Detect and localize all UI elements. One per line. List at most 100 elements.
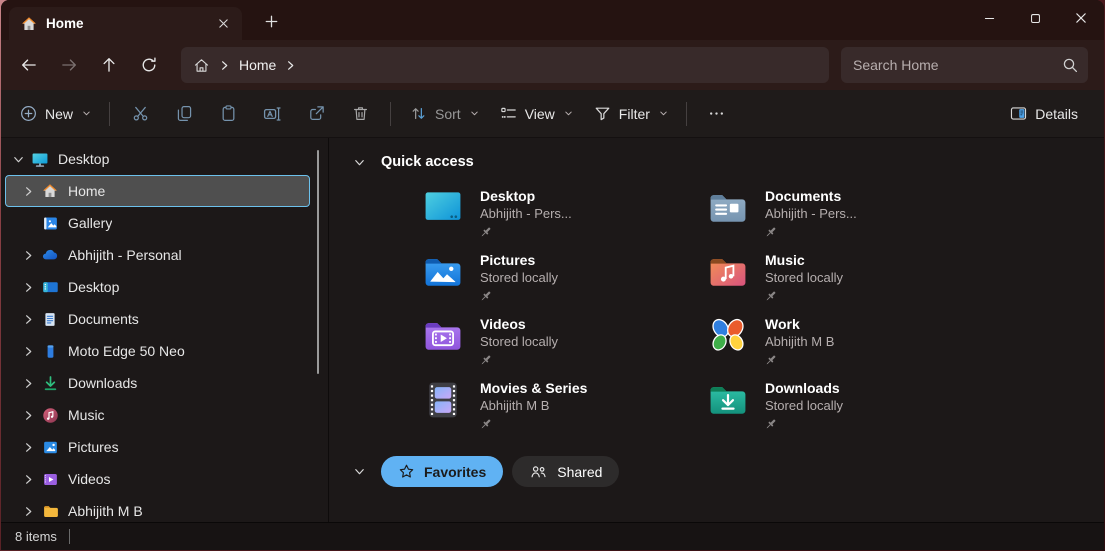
sidebar-item[interactable]: Gallery xyxy=(5,207,310,239)
new-button[interactable]: New xyxy=(9,96,101,132)
Music-button[interactable]: Music Stored locally xyxy=(706,250,1036,314)
chevron-icon[interactable] xyxy=(16,377,40,390)
paste-icon[interactable] xyxy=(206,96,250,132)
up-button[interactable] xyxy=(89,47,129,83)
Movies & Series-button[interactable]: Movies & Series Abhijith M B xyxy=(421,378,706,442)
file-explorer-window: Home H xyxy=(1,0,1104,550)
window-controls xyxy=(966,0,1104,36)
new-tab-button[interactable] xyxy=(257,9,285,33)
rename-icon[interactable] xyxy=(250,96,294,132)
section-title: Quick access xyxy=(381,154,474,170)
Videos-button[interactable]: Videos Stored locally xyxy=(421,314,706,378)
sidebar-item[interactable]: Home xyxy=(5,175,310,207)
chevron-right-icon[interactable] xyxy=(284,59,297,72)
tile-music-icon xyxy=(706,250,750,294)
see-more-button[interactable] xyxy=(695,96,739,132)
search-icon[interactable] xyxy=(1062,57,1078,73)
monitor2-icon xyxy=(40,278,60,296)
chevron-down-icon xyxy=(82,109,91,118)
share-icon[interactable] xyxy=(294,96,338,132)
quick-access-grid: Desktop Abhijith - Pers... Documents Abh… xyxy=(421,186,1104,442)
minimize-button[interactable] xyxy=(966,0,1012,36)
sidebar-item[interactable]: Moto Edge 50 Neo xyxy=(5,335,310,367)
sort-icon xyxy=(409,104,428,123)
pin-icon xyxy=(480,418,493,431)
item-count: 8 items xyxy=(15,529,57,544)
pin-icon xyxy=(765,226,778,239)
pin-icon xyxy=(480,290,493,303)
plus-circle-icon xyxy=(19,104,38,123)
command-bar: New Sort View xyxy=(1,90,1104,138)
chevron-down-icon xyxy=(470,109,479,118)
sidebar-scrollbar[interactable] xyxy=(317,150,319,374)
breadcrumb-segment[interactable]: Home xyxy=(218,57,276,73)
tab-home[interactable]: Home xyxy=(9,7,242,40)
sidebar-item[interactable]: Videos xyxy=(5,463,310,495)
chevron-icon[interactable] xyxy=(16,505,40,518)
trash-icon[interactable] xyxy=(338,96,382,132)
close-button[interactable] xyxy=(1058,0,1104,36)
star-icon xyxy=(398,463,415,480)
chevron-icon[interactable] xyxy=(16,313,40,326)
chevron-icon[interactable] xyxy=(16,409,40,422)
chevron-icon[interactable] xyxy=(6,153,30,166)
chevron-down-icon[interactable] xyxy=(353,156,366,169)
details-pane-icon xyxy=(1009,104,1028,123)
pin-icon xyxy=(765,290,778,303)
tab-title: Home xyxy=(46,16,201,31)
items-view: Quick access Desktop Abhijith - Pers... xyxy=(329,138,1104,522)
search-input[interactable] xyxy=(853,57,1062,73)
pin-icon xyxy=(480,354,493,367)
quick-access-header[interactable]: Quick access xyxy=(353,154,1104,170)
chevron-down-icon[interactable] xyxy=(353,465,366,478)
chevron-icon[interactable] xyxy=(16,281,40,294)
sidebar-item[interactable]: Desktop xyxy=(5,271,310,303)
back-button[interactable] xyxy=(9,47,49,83)
Pictures-button[interactable]: Pictures Stored locally xyxy=(421,250,706,314)
refresh-button[interactable] xyxy=(129,47,169,83)
divider xyxy=(109,102,110,126)
Documents-button[interactable]: Documents Abhijith - Pers... xyxy=(706,186,1036,250)
copy-icon[interactable] xyxy=(162,96,206,132)
Work-button[interactable]: Work Abhijith M B xyxy=(706,314,1036,378)
music-disc-icon xyxy=(40,406,60,424)
sidebar-item[interactable]: Pictures xyxy=(5,431,310,463)
chevron-icon[interactable] xyxy=(16,473,40,486)
search-box[interactable] xyxy=(841,47,1088,83)
filter-pill[interactable]: Shared xyxy=(512,456,619,487)
forward-button[interactable] xyxy=(49,47,89,83)
maximize-button[interactable] xyxy=(1012,0,1058,36)
chevron-icon[interactable] xyxy=(16,185,40,198)
Desktop-button[interactable]: Desktop Abhijith - Pers... xyxy=(421,186,706,250)
tile-videos-icon xyxy=(421,314,465,358)
tile-movies-icon xyxy=(421,378,465,422)
Downloads-button[interactable]: Downloads Stored locally xyxy=(706,378,1036,442)
sidebar-item[interactable]: Abhijith - Personal xyxy=(5,239,310,271)
gallery-icon xyxy=(40,214,60,232)
chevron-icon[interactable] xyxy=(16,345,40,358)
onedrive-icon xyxy=(40,246,60,264)
filter-icon xyxy=(593,104,612,123)
sidebar-item[interactable]: Abhijith M B xyxy=(5,495,310,527)
navigation-pane: Desktop Home Gallery Abhijith xyxy=(1,138,329,522)
details-button[interactable]: Details xyxy=(999,96,1088,132)
titlebar: Home xyxy=(1,0,1104,40)
cut-icon[interactable] xyxy=(118,96,162,132)
sidebar-item[interactable]: Downloads xyxy=(5,367,310,399)
breadcrumb[interactable]: Home xyxy=(181,47,829,83)
sidebar-item[interactable]: Desktop xyxy=(5,143,310,175)
sidebar-item[interactable]: Documents xyxy=(5,303,310,335)
chevron-icon[interactable] xyxy=(16,441,40,454)
sidebar-item[interactable]: Music xyxy=(5,399,310,431)
people-icon xyxy=(529,463,548,480)
home-icon xyxy=(21,16,37,32)
tab-close-icon[interactable] xyxy=(210,12,236,36)
navigation-bar: Home xyxy=(1,40,1104,90)
home-outline-icon xyxy=(193,57,210,74)
tile-desktop-icon xyxy=(421,186,465,230)
home-color-icon xyxy=(40,182,60,200)
video-icon xyxy=(40,470,60,488)
chevron-icon[interactable] xyxy=(16,249,40,262)
filter-pill[interactable]: Favorites xyxy=(381,456,503,487)
divider xyxy=(69,529,70,544)
